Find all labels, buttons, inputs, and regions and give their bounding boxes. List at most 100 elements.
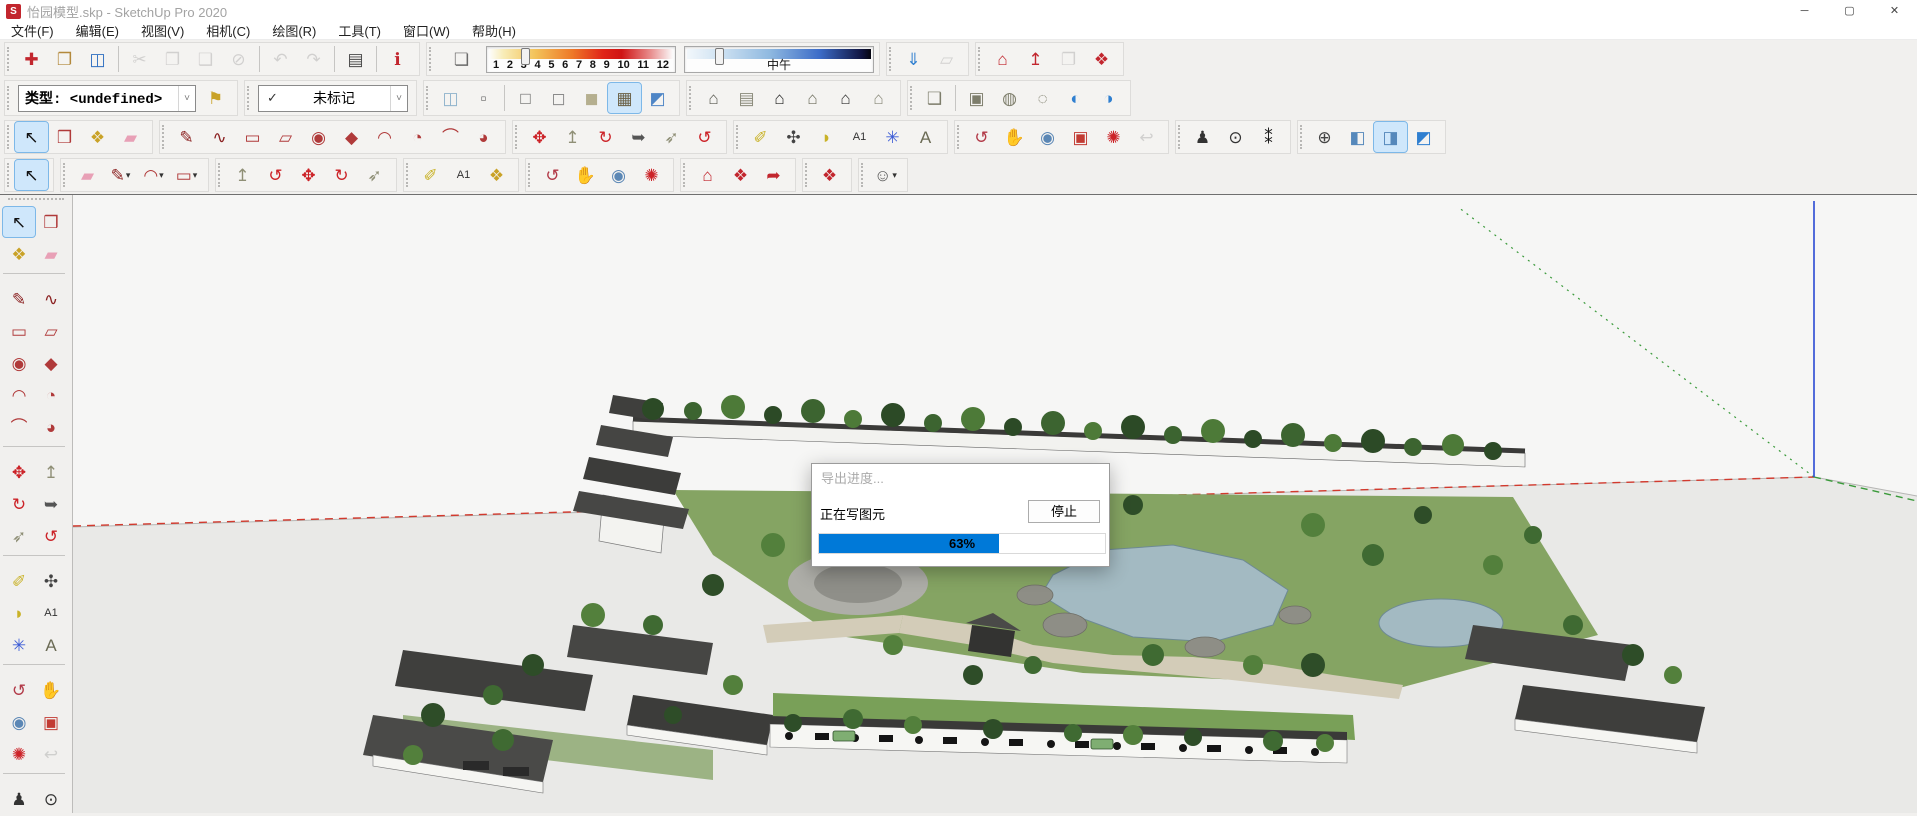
- look-around-button[interactable]: ⊙: [35, 784, 67, 814]
- zoom-button[interactable]: ◉: [602, 160, 635, 190]
- menu-item[interactable]: 文件(F): [0, 21, 65, 40]
- two-point-arc-button[interactable]: ◠: [368, 122, 401, 152]
- arc-button[interactable]: ◠▾: [137, 160, 170, 190]
- scale-button[interactable]: ➶: [3, 521, 35, 551]
- add-location-button[interactable]: ⇓: [897, 44, 930, 74]
- select-button[interactable]: ↖: [3, 207, 35, 237]
- time-slider-handle[interactable]: [715, 48, 724, 65]
- rectangle-button[interactable]: ▭: [3, 316, 35, 346]
- rotate-button[interactable]: ↻: [325, 160, 358, 190]
- back-edges-button[interactable]: ▫: [467, 83, 500, 113]
- rotated-rectangle-button[interactable]: ▱: [35, 316, 67, 346]
- three-point-arc-button[interactable]: ⌒: [434, 122, 467, 152]
- chevron-down-icon[interactable]: ˅: [390, 86, 407, 111]
- get-models-button[interactable]: ⌂: [986, 44, 1019, 74]
- rotated-rectangle-button[interactable]: ▱: [269, 122, 302, 152]
- zoom-window-button[interactable]: ▣: [1064, 122, 1097, 152]
- line-button[interactable]: ✎▾: [104, 160, 137, 190]
- zoom-button[interactable]: ◉: [1031, 122, 1064, 152]
- arc-button[interactable]: ◠: [3, 380, 35, 410]
- print-button[interactable]: ▤: [339, 44, 372, 74]
- extension-warehouse-button[interactable]: ❖: [1085, 44, 1118, 74]
- shadow-time-slider[interactable]: 中午: [684, 46, 874, 73]
- menu-item[interactable]: 相机(C): [195, 21, 261, 40]
- polygon-button[interactable]: ◆: [35, 348, 67, 378]
- view-right-button[interactable]: ⌂: [796, 83, 829, 113]
- offset-button[interactable]: ↺: [259, 160, 292, 190]
- scale-button[interactable]: ➶: [358, 160, 391, 190]
- display-section-fill-button[interactable]: ◩: [1407, 122, 1440, 152]
- eraser-button[interactable]: ▰: [71, 160, 104, 190]
- extension-manager-button[interactable]: ❖: [813, 160, 846, 190]
- zoom-extents-button[interactable]: ✺: [1097, 122, 1130, 152]
- axes-button[interactable]: ✳: [876, 122, 909, 152]
- view-front-button[interactable]: ⌂: [763, 83, 796, 113]
- share-model-button[interactable]: ↥: [1019, 44, 1052, 74]
- menu-item[interactable]: 绘图(R): [261, 21, 327, 40]
- chevron-down-icon[interactable]: ˅: [178, 86, 195, 111]
- freehand-button[interactable]: ∿: [203, 122, 236, 152]
- view-iso-button[interactable]: ⌂: [697, 83, 730, 113]
- rotate-button[interactable]: ↻: [589, 122, 622, 152]
- orbit-button[interactable]: ↺: [965, 122, 998, 152]
- pan-button[interactable]: ✋: [998, 122, 1031, 152]
- menu-item[interactable]: 工具(T): [327, 21, 392, 40]
- text-button[interactable]: A1: [447, 160, 480, 190]
- share-model-button[interactable]: ➦: [757, 160, 790, 190]
- freehand-button[interactable]: ∿: [35, 284, 67, 314]
- look-around-button[interactable]: ⊙: [1219, 122, 1252, 152]
- scale-button[interactable]: ➶: [655, 122, 688, 152]
- view-left-button[interactable]: ⌂: [862, 83, 895, 113]
- follow-me-button[interactable]: ➥: [35, 489, 67, 519]
- shaded-button[interactable]: ◼: [575, 83, 608, 113]
- classifier-type-combo[interactable]: 类型: <undefined> ˅: [18, 85, 196, 112]
- push-pull-button[interactable]: ↥: [35, 457, 67, 487]
- zoom-extents-button[interactable]: ✺: [635, 160, 668, 190]
- tape-measure-button[interactable]: ✐: [3, 566, 35, 596]
- date-slider-handle[interactable]: [521, 48, 530, 65]
- position-camera-button[interactable]: ♟: [3, 784, 35, 814]
- menu-item[interactable]: 视图(V): [130, 21, 195, 40]
- walk-button[interactable]: ⁑: [1252, 122, 1285, 152]
- text-button[interactable]: A1: [843, 122, 876, 152]
- select-button[interactable]: ↖: [15, 122, 48, 152]
- move-button[interactable]: ✥: [523, 122, 556, 152]
- intersect-button[interactable]: ▣: [960, 83, 993, 113]
- dialog-title[interactable]: 导出进度...: [812, 464, 1109, 493]
- three-point-arc-button[interactable]: ⌒: [3, 412, 35, 442]
- move-button[interactable]: ✥: [292, 160, 325, 190]
- close-button[interactable]: ✕: [1872, 0, 1917, 22]
- three-d-text-button[interactable]: A: [35, 630, 67, 660]
- menu-item[interactable]: 帮助(H): [461, 21, 527, 40]
- section-plane-button[interactable]: ⊕: [1308, 122, 1341, 152]
- offset-button[interactable]: ↺: [688, 122, 721, 152]
- paint-bucket-button[interactable]: ❖: [480, 160, 513, 190]
- eraser-button[interactable]: ▰: [35, 239, 67, 269]
- hidden-line-button[interactable]: ◻: [542, 83, 575, 113]
- shaded-with-textures-button[interactable]: ▦: [608, 83, 641, 113]
- make-component-button[interactable]: ❒: [35, 207, 67, 237]
- pie-button[interactable]: ◕: [35, 412, 67, 442]
- display-section-cuts-button[interactable]: ◨: [1374, 122, 1407, 152]
- extension-warehouse-button[interactable]: ❖: [724, 160, 757, 190]
- sidebar-grip[interactable]: [8, 198, 64, 205]
- menu-item[interactable]: 窗口(W): [392, 21, 461, 40]
- dimension-button[interactable]: ✣: [35, 566, 67, 596]
- protractor-button[interactable]: ◗: [3, 598, 35, 628]
- rectangle-button[interactable]: ▭▾: [170, 160, 203, 190]
- outer-shell-button[interactable]: ❑: [918, 83, 951, 113]
- paint-bucket-button[interactable]: ❖: [3, 239, 35, 269]
- xray-button[interactable]: ◫: [434, 83, 467, 113]
- circle-button[interactable]: ◉: [302, 122, 335, 152]
- three-d-text-button[interactable]: A: [909, 122, 942, 152]
- minimize-button[interactable]: ─: [1782, 0, 1827, 22]
- tape-measure-button[interactable]: ✐: [414, 160, 447, 190]
- zoom-extents-button[interactable]: ✺: [3, 739, 35, 769]
- sign-in-button[interactable]: ☺▾: [869, 160, 902, 190]
- tags-combo[interactable]: ✓ 未标记 ˅: [258, 85, 408, 112]
- shadow-toggle-button[interactable]: ❏: [445, 44, 478, 74]
- make-component-button[interactable]: ❒: [48, 122, 81, 152]
- axes-button[interactable]: ✳: [3, 630, 35, 660]
- paint-bucket-button[interactable]: ❖: [81, 122, 114, 152]
- pie-button[interactable]: ◕: [467, 122, 500, 152]
